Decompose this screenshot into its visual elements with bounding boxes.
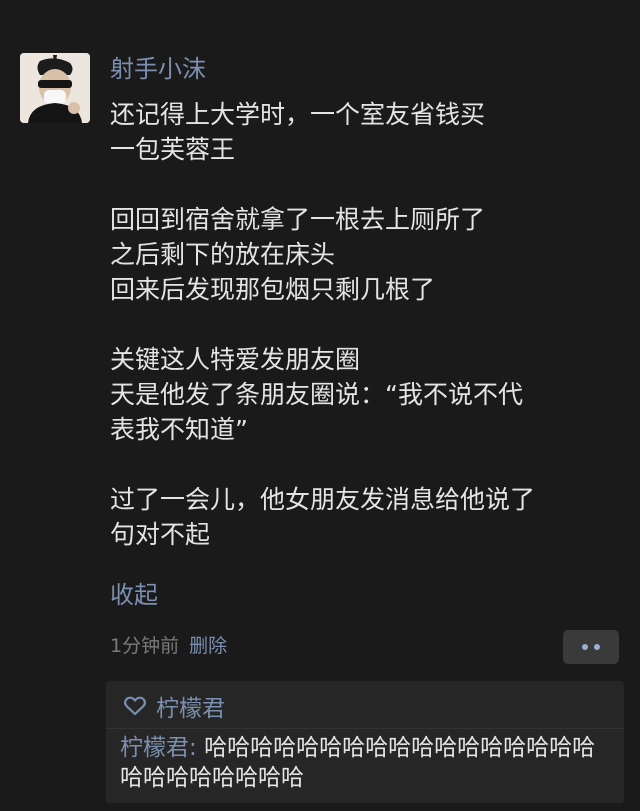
comment-author[interactable]: 柠檬君 xyxy=(120,735,189,761)
post-text-line: 句对不起 xyxy=(110,520,211,549)
user-photo-icon xyxy=(20,53,90,123)
post-text-line: 回回到宿舍就拿了一根去上厕所了 xyxy=(110,205,486,234)
more-dot-icon xyxy=(582,644,588,650)
post-text-line: 关键这人特爱发朋友圈 xyxy=(110,345,361,374)
post-meta: 1分钟前 删除 xyxy=(110,632,227,660)
likes-row: 柠檬君 xyxy=(124,689,225,723)
more-actions-button[interactable] xyxy=(563,630,619,664)
post-author-name[interactable]: 射手小沫 xyxy=(110,52,206,86)
post-text: 还记得上大学时，一个室友省钱买 一包芙蓉王 回回到宿舍就拿了一根去上厕所了 之后… xyxy=(110,97,630,552)
heart-outline-icon xyxy=(124,696,146,716)
post-time: 1分钟前 xyxy=(110,635,180,657)
avatar[interactable] xyxy=(20,53,90,123)
post-text-line: 过了一会儿，他女朋友发消息给他说了 xyxy=(110,485,536,514)
post-text-line: 之后剩下的放在床头 xyxy=(110,240,336,269)
collapse-link[interactable]: 收起 xyxy=(110,578,158,612)
post-text-line: 还记得上大学时，一个室友省钱买 xyxy=(110,100,486,129)
post-text-blank-line xyxy=(110,447,630,482)
post-text-line: 一包芙蓉王 xyxy=(110,135,236,164)
post-text-blank-line xyxy=(110,307,630,342)
post-text-line: 表我不知道” xyxy=(110,415,248,444)
post-text-line: 天是他发了条朋友圈说：“我不说不代 xyxy=(110,380,523,409)
moments-post-page: 射手小沫 还记得上大学时，一个室友省钱买 一包芙蓉王 回回到宿舍就拿了一根去上厕… xyxy=(0,0,640,811)
like-user-name[interactable]: 柠檬君 xyxy=(156,689,225,723)
comment-separator: : xyxy=(189,735,205,761)
comment-item[interactable]: 柠檬君: 哈哈哈哈哈哈哈哈哈哈哈哈哈哈哈哈哈哈哈哈哈哈哈哈哈 xyxy=(120,733,616,793)
likes-comments-panel: 柠檬君 柠檬君: 哈哈哈哈哈哈哈哈哈哈哈哈哈哈哈哈哈哈哈哈哈哈哈哈哈 xyxy=(106,681,624,803)
more-dot-icon xyxy=(594,644,600,650)
post-text-blank-line xyxy=(110,167,630,202)
divider xyxy=(106,728,624,729)
delete-button[interactable]: 删除 xyxy=(189,635,227,657)
post-text-line: 回来后发现那包烟只剩几根了 xyxy=(110,275,436,304)
